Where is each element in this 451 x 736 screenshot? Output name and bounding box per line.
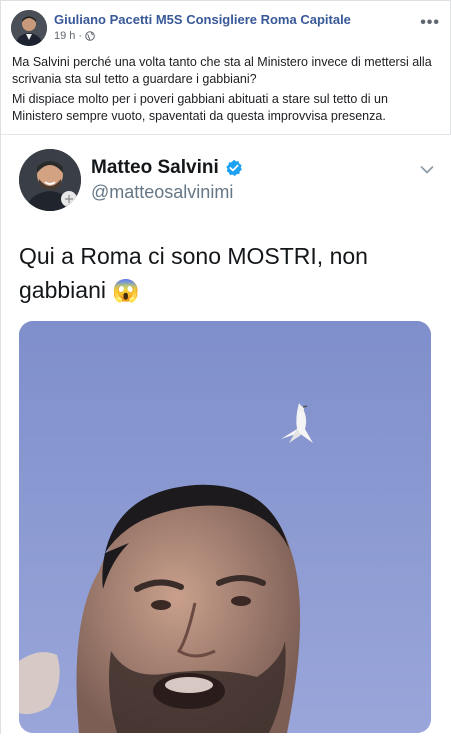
tweet-author-name-text: Matteo Salvini bbox=[91, 157, 219, 178]
post-body: Ma Salvini perché una volta tanto che st… bbox=[12, 54, 442, 128]
facebook-post: Giuliano Pacetti M5S Consigliere Roma Ca… bbox=[0, 0, 451, 736]
embedded-tweet-image[interactable]: Matteo Salvini @matteosalvinimi Qui a Ro… bbox=[1, 134, 451, 736]
chevron-down-icon[interactable] bbox=[420, 165, 434, 175]
tweet-text: Qui a Roma ci sono MOSTRI, non gabbiani … bbox=[19, 239, 439, 308]
selfie-photo bbox=[19, 321, 431, 733]
post-paragraph-2: Mi dispiace molto per i poveri gabbiani … bbox=[12, 92, 388, 123]
verified-badge-icon bbox=[226, 159, 242, 176]
author-name-link[interactable]: Giuliano Pacetti M5S Consigliere Roma Ca… bbox=[54, 12, 351, 27]
author-avatar[interactable] bbox=[11, 10, 47, 46]
tweet-author-handle[interactable]: @matteosalvinimi bbox=[91, 182, 233, 203]
more-options-icon[interactable]: ••• bbox=[420, 14, 440, 32]
tweet-media-photo[interactable] bbox=[19, 321, 431, 733]
post-paragraph-1: Ma Salvini perché una volta tanto che st… bbox=[12, 55, 432, 86]
screaming-face-emoji: 😱 bbox=[112, 278, 140, 303]
meta-separator: · bbox=[78, 30, 83, 42]
post-meta: 19 h · bbox=[54, 30, 95, 42]
tweet-author-name[interactable]: Matteo Salvini bbox=[91, 157, 243, 179]
tweet-author-avatar[interactable] bbox=[19, 149, 81, 211]
post-header: Giuliano Pacetti M5S Consigliere Roma Ca… bbox=[11, 10, 442, 46]
tweet-text-content: Qui a Roma ci sono MOSTRI, non gabbiani bbox=[19, 243, 368, 303]
post-timestamp[interactable]: 19 h bbox=[54, 30, 75, 42]
globe-icon bbox=[85, 31, 95, 41]
